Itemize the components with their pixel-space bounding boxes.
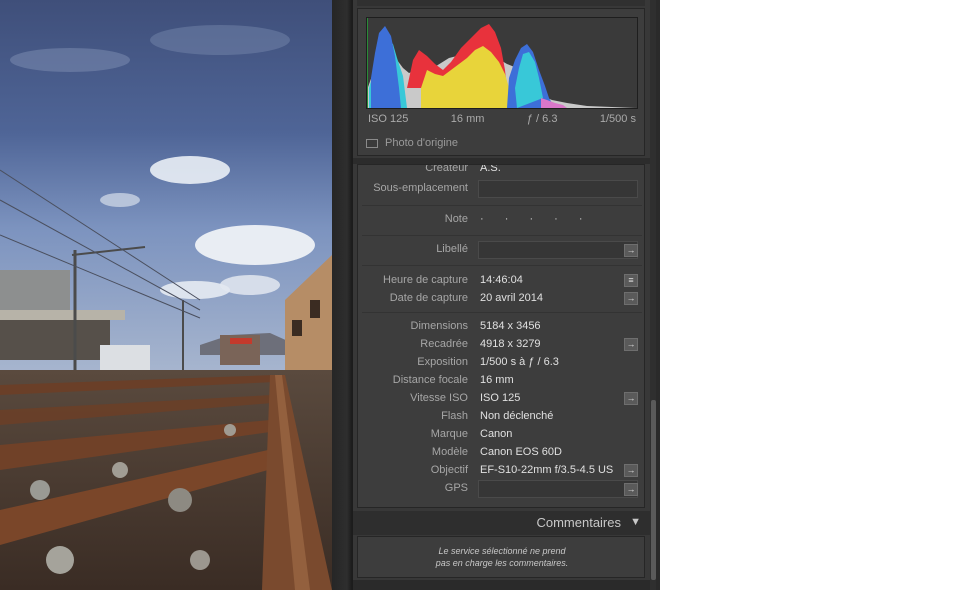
meta-label: Date de capture [389, 292, 468, 304]
meta-row-dimensions: Dimensions 5184 x 3456 [358, 318, 644, 336]
caption-go-button[interactable]: → [624, 244, 638, 257]
meta-value: 1/500 s à ƒ / 6.3 [480, 356, 559, 368]
railway-photo [0, 0, 332, 590]
histogram-focal: 16 mm [450, 113, 485, 125]
meta-value: 4918 x 3279 [480, 338, 541, 350]
meta-value: Non déclenché [480, 410, 554, 422]
lightroom-library-window: ISO 125 16 mm ƒ / 6.3 1/500 s Photo d'or… [0, 0, 960, 590]
separator [362, 235, 642, 236]
meta-label: Recadrée [420, 338, 468, 350]
filmstrip-divider [332, 0, 352, 590]
meta-value: 20 avril 2014 [480, 292, 543, 304]
meta-label: Note [444, 213, 468, 225]
comments-message: Le service sélectionné ne prend pas en c… [358, 545, 646, 569]
gps-field[interactable] [478, 480, 638, 498]
meta-value: 14:46:04 [480, 274, 523, 286]
histogram-header [357, 0, 645, 6]
original-photo-checkbox[interactable] [366, 138, 378, 148]
meta-row-sublocation: Sous-emplacement [358, 180, 644, 198]
comments-message-line-2: pas en charge les commentaires. [435, 558, 569, 568]
meta-row-rating: Note · · · · · [358, 211, 644, 229]
meta-label: Dimensions [410, 320, 468, 332]
gps-go-button[interactable]: → [624, 483, 638, 496]
meta-value: 16 mm [480, 374, 514, 386]
histogram-aperture: ƒ / 6.3 [526, 113, 558, 125]
meta-row-lens: Objectif EF-S10-22mm f/3.5-4.5 US → [358, 462, 644, 480]
meta-label: Heure de capture [383, 274, 468, 286]
meta-row-gps: GPS → [358, 480, 644, 498]
meta-label: Créateur [425, 164, 468, 174]
meta-value: EF-S10-22mm f/3.5-4.5 US [480, 464, 614, 476]
capture-date-go-button[interactable]: → [624, 292, 638, 305]
metadata-panel: Créateur A.S. Sous-emplacement Note · · … [357, 164, 645, 508]
caption-field[interactable] [478, 241, 638, 259]
meta-row-model: Modèle Canon EOS 60D [358, 444, 644, 462]
panel-footer [353, 580, 650, 590]
meta-label: Sous-emplacement [373, 182, 468, 194]
histogram-chart [367, 18, 637, 108]
separator [362, 205, 642, 206]
histogram-exif-info: ISO 125 16 mm ƒ / 6.3 1/500 s [368, 113, 636, 129]
panel-scrollbar-thumb[interactable] [651, 400, 656, 580]
meta-label: Exposition [417, 356, 468, 368]
meta-value: Canon EOS 60D [480, 446, 562, 458]
meta-row-flash: Flash Non déclenché [358, 408, 644, 426]
lens-go-button[interactable]: → [624, 464, 638, 477]
meta-label: GPS [444, 482, 468, 494]
meta-label: Libellé [436, 243, 468, 255]
rating-stars[interactable]: · · · · · [480, 213, 592, 225]
meta-value: ISO 125 [480, 392, 521, 404]
sublocation-field[interactable] [478, 180, 638, 198]
meta-row-exposure: Exposition 1/500 s à ƒ / 6.3 [358, 354, 644, 372]
meta-row-focal-length: Distance focale 16 mm [358, 372, 644, 390]
meta-label: Modèle [431, 446, 468, 458]
edit-capture-time-button[interactable]: ≡ [624, 274, 638, 287]
original-photo-label: Photo d'origine [385, 137, 459, 149]
meta-row-cropped: Recadrée 4918 x 3279 → [358, 336, 644, 354]
meta-value: 5184 x 3456 [480, 320, 541, 332]
comments-title: Commentaires [536, 515, 621, 530]
comments-header[interactable]: Commentaires ▼ [353, 511, 650, 535]
meta-row-iso-speed: Vitesse ISO ISO 125 → [358, 390, 644, 408]
meta-value: Canon [480, 428, 513, 440]
original-photo-toggle[interactable]: Photo d'origine [366, 137, 458, 149]
collapse-triangle-icon[interactable]: ▼ [630, 516, 641, 528]
meta-label: Marque [430, 428, 468, 440]
histogram-panel: ISO 125 16 mm ƒ / 6.3 1/500 s Photo d'or… [357, 8, 645, 156]
meta-label: Objectif [430, 464, 468, 476]
histogram-iso: ISO 125 [368, 113, 409, 125]
right-panel: ISO 125 16 mm ƒ / 6.3 1/500 s Photo d'or… [352, 0, 650, 590]
comments-message-line-1: Le service sélectionné ne prend [438, 546, 566, 556]
separator [362, 312, 642, 313]
meta-value[interactable]: A.S. [480, 165, 501, 174]
meta-row-capture-time: Heure de capture 14:46:04 ≡ [358, 272, 644, 290]
histogram-shutter: 1/500 s [599, 113, 636, 125]
cropped-go-button[interactable]: → [624, 338, 638, 351]
meta-row-make: Marque Canon [358, 426, 644, 444]
meta-label: Vitesse ISO [410, 392, 468, 404]
iso-go-button[interactable]: → [624, 392, 638, 405]
photo-preview[interactable] [0, 0, 332, 590]
comments-panel: Le service sélectionné ne prend pas en c… [357, 536, 645, 578]
separator [362, 265, 642, 266]
meta-label: Flash [441, 410, 468, 422]
histogram-graph[interactable] [366, 17, 638, 109]
meta-row-creator: Créateur A.S. [358, 164, 644, 178]
meta-label: Distance focale [392, 374, 468, 386]
meta-row-capture-date: Date de capture 20 avril 2014 → [358, 290, 644, 308]
meta-row-caption: Libellé → [358, 241, 644, 259]
